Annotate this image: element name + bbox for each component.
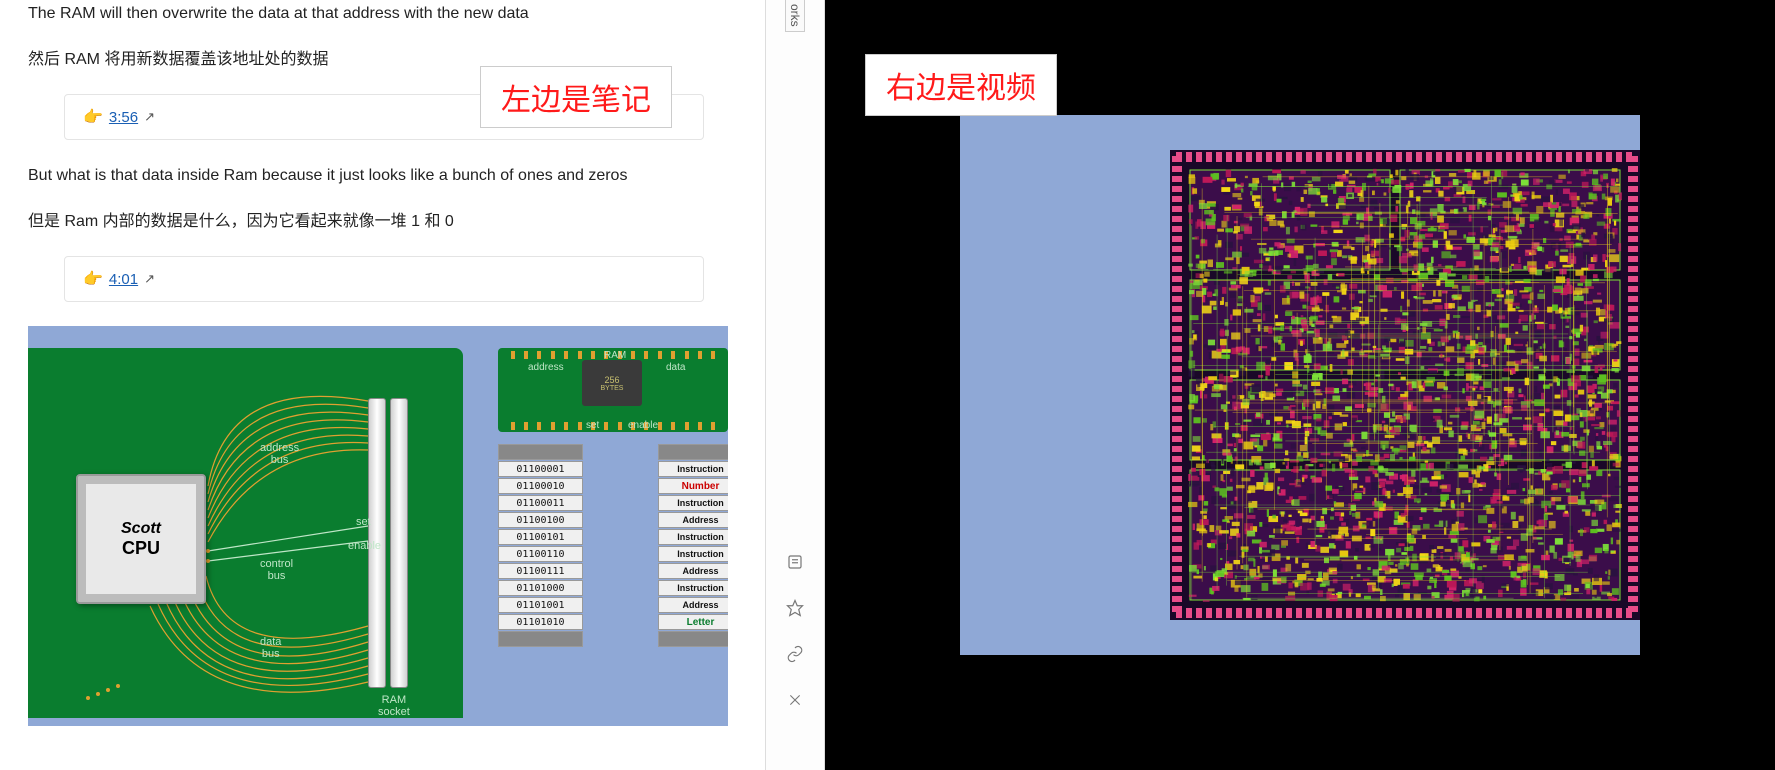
outline-icon[interactable] [785,552,805,572]
cpu-chip: Scott CPU [76,474,206,604]
timestamp-link[interactable]: 3:56 [109,109,138,126]
addr-cell: 01100110 [498,546,583,562]
addr-cell: 01100010 [498,478,583,494]
data-cell: Instruction [658,580,728,596]
addr-cell: 01100001 [498,461,583,477]
data-cell: Number [658,478,728,494]
cpu-label: CPU [122,538,160,559]
data-cell: Address [658,563,728,579]
addr-cell: 01101010 [498,614,583,630]
external-link-icon: ↗ [144,109,155,125]
cpu-die-shot [1170,150,1640,620]
ram-address-label: address [528,362,564,373]
sidebar-tab[interactable]: orks [785,0,805,32]
notes-pane: The RAM will then overwrite the data at … [0,0,765,770]
data-bus-label: databus [260,636,281,660]
addr-header: ⋮ [498,444,583,460]
cpu-ram-diagram: Scott CPU addressbus controlbus databus … [28,326,728,726]
note-zh-2: 但是 Ram 内部的数据是什么，因为它看起来就像一堆 1 和 0 [28,210,739,234]
annotation-right: 右边是视频 [865,54,1057,116]
note-en-2: But what is that data inside Ram because… [28,164,739,188]
data-cell: Instruction [658,495,728,511]
timestamp-card-2[interactable]: 👉 4:01 ↗ [64,256,704,302]
addr-cell: 01101001 [498,597,583,613]
external-link-icon: ↗ [144,271,155,287]
ram-socket-slot [390,398,408,688]
ram-bytes: 256 [604,375,619,385]
address-column: ⋮ 01100001011000100110001101100100011001… [498,444,583,647]
ram-pins [506,422,720,432]
address-bus-label: addressbus [260,442,299,466]
data-footer: ⋮ [658,631,728,647]
annotation-left: 左边是笔记 [480,66,672,128]
addr-cell: 01100101 [498,529,583,545]
timestamp-link[interactable]: 4:01 [109,271,138,288]
note-en-1: The RAM will then overwrite the data at … [28,2,739,26]
ram-bytes-label: BYTES [601,385,624,392]
enable-label: enable [348,540,381,552]
data-cell: Instruction [658,529,728,545]
data-cell: Address [658,512,728,528]
ram-socket-label: RAMsocket [378,694,410,718]
data-header: ⋮ [658,444,728,460]
data-cell: Address [658,597,728,613]
link-icon[interactable] [785,644,805,664]
star-icon[interactable] [785,598,805,618]
ram-data-label: data [666,362,685,373]
addr-cell: 01100100 [498,512,583,528]
ram-enable-label: enable [628,420,658,431]
data-cell: Letter [658,614,728,630]
close-icon[interactable] [785,690,805,710]
data-column: ⋮ InstructionNumberInstructionAddressIns… [658,444,728,647]
sidebar: orks [765,0,825,770]
data-cell: Instruction [658,546,728,562]
ram-set-label: set [586,420,599,431]
control-bus-label: controlbus [260,558,293,582]
addr-cell: 01101000 [498,580,583,596]
data-cell: Instruction [658,461,728,477]
set-label: set [356,516,371,528]
ram-chip: 256 BYTES [582,360,642,406]
pointer-icon: 👉 [83,107,103,127]
video-frame [960,115,1640,655]
addr-cell: 01100011 [498,495,583,511]
pointer-icon: 👉 [83,269,103,289]
addr-cell: 01100111 [498,563,583,579]
cpu-name: Scott [121,520,161,538]
addr-footer: ⋮ [498,631,583,647]
